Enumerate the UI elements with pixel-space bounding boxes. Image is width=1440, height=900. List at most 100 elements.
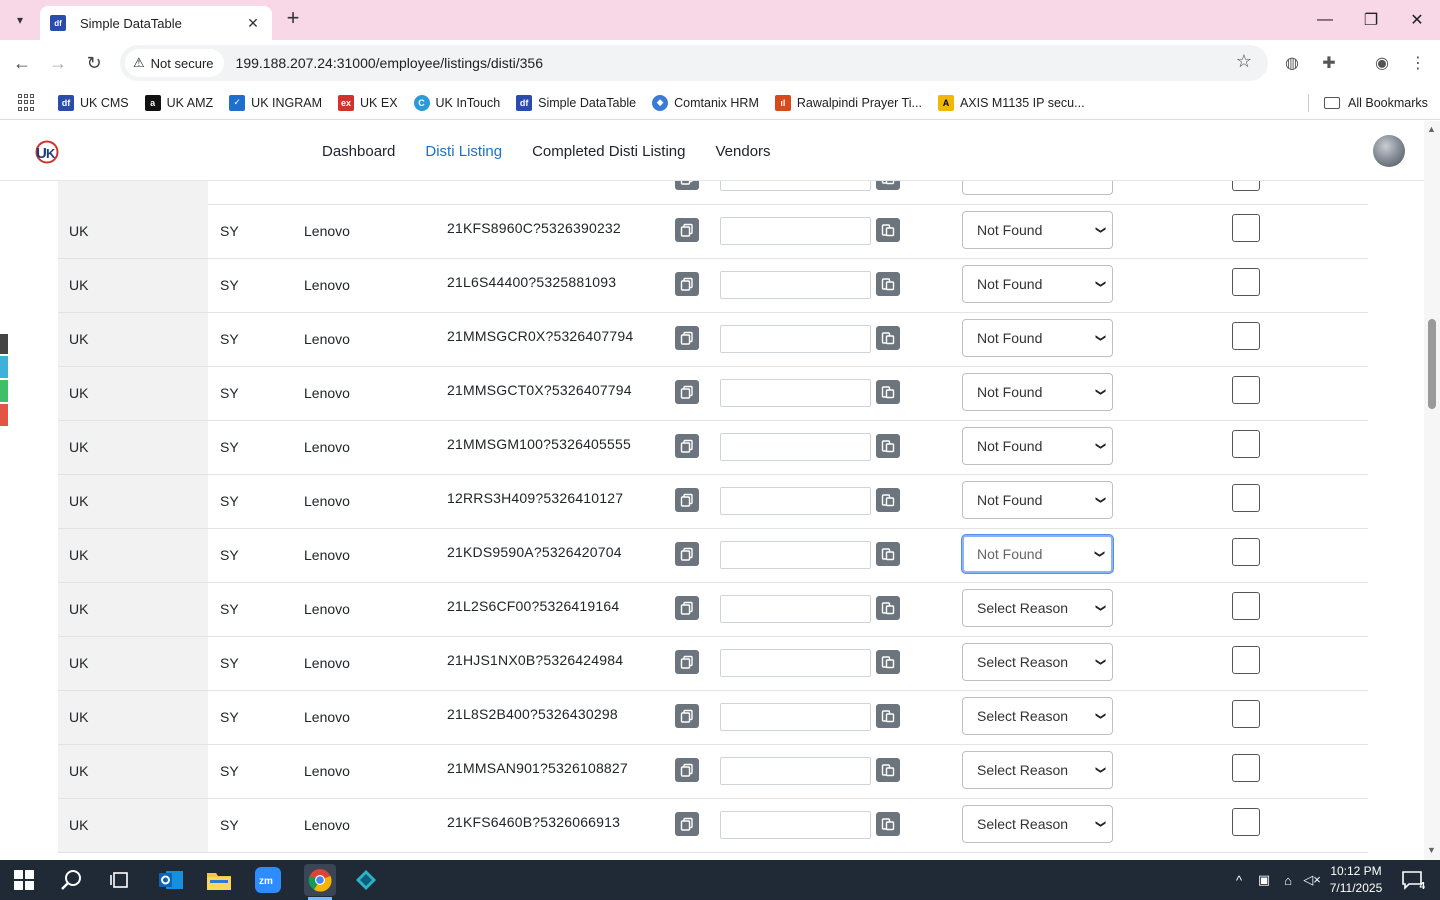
paste-icon[interactable]	[876, 488, 900, 512]
tab-search-icon[interactable]: ▾	[8, 8, 32, 32]
paste-icon[interactable]	[876, 704, 900, 728]
value-input[interactable]	[720, 433, 871, 461]
paste-icon[interactable]	[876, 542, 900, 566]
reason-select[interactable]: Not Found ❯	[962, 319, 1113, 357]
copy-icon[interactable]	[675, 272, 699, 296]
page-scrollbar[interactable]: ▲ ▼	[1424, 121, 1440, 860]
reason-select[interactable]: Not Found ❯	[962, 535, 1113, 573]
side-feedback-widget[interactable]	[0, 334, 8, 454]
reason-select[interactable]: Select Reason ❯	[962, 643, 1113, 681]
bookmark-rawalpindi-prayer[interactable]: ıl Rawalpindi Prayer Ti...	[774, 94, 922, 111]
security-chip[interactable]: ⚠ Not secure	[125, 49, 224, 77]
copy-icon[interactable]	[675, 218, 699, 242]
value-input[interactable]	[720, 595, 871, 623]
copy-icon[interactable]	[675, 326, 699, 350]
window-close-icon[interactable]: ✕	[1394, 0, 1440, 40]
row-checkbox[interactable]	[1232, 484, 1260, 512]
bookmark-uk-amz[interactable]: a UK AMZ	[144, 94, 213, 111]
row-checkbox[interactable]	[1232, 268, 1260, 296]
row-checkbox[interactable]	[1232, 700, 1260, 728]
row-checkbox[interactable]	[1232, 376, 1260, 404]
value-input[interactable]	[720, 649, 871, 677]
row-checkbox[interactable]	[1232, 538, 1260, 566]
paste-icon[interactable]	[876, 812, 900, 836]
value-input[interactable]	[720, 703, 871, 731]
forward-icon[interactable]: →	[46, 51, 70, 75]
nav-vendors[interactable]: Vendors	[716, 143, 771, 160]
bookmark-axis-camera[interactable]: A AXIS M1135 IP secu...	[937, 94, 1085, 111]
paste-icon[interactable]	[876, 272, 900, 296]
copy-icon[interactable]	[675, 380, 699, 404]
copy-icon[interactable]	[675, 596, 699, 620]
value-input[interactable]	[720, 487, 871, 515]
bookmark-uk-ex[interactable]: ex UK EX	[338, 94, 398, 111]
translate-icon[interactable]: ◍	[1280, 51, 1304, 75]
paste-icon[interactable]	[876, 380, 900, 404]
value-input[interactable]	[720, 541, 871, 569]
notifications-icon[interactable]: 4	[1398, 866, 1426, 894]
meet-now-icon[interactable]: ▣	[1252, 872, 1276, 888]
value-input[interactable]	[720, 325, 871, 353]
copy-icon[interactable]	[675, 650, 699, 674]
back-icon[interactable]: ←	[10, 51, 34, 75]
bookmark-uk-cms[interactable]: df UK CMS	[58, 94, 129, 111]
user-avatar[interactable]	[1373, 135, 1405, 167]
paste-icon[interactable]	[876, 326, 900, 350]
nav-dashboard[interactable]: Dashboard	[322, 143, 395, 160]
copy-icon[interactable]	[675, 758, 699, 782]
row-checkbox[interactable]	[1232, 430, 1260, 458]
tray-overflow-icon[interactable]: ^	[1228, 873, 1250, 888]
scroll-up-icon[interactable]: ▲	[1427, 124, 1436, 134]
reason-select[interactable]: Not Found ❯	[962, 427, 1113, 465]
paste-icon[interactable]	[876, 434, 900, 458]
zoom-icon[interactable]: zm	[254, 866, 282, 894]
uk-logo-icon[interactable]: U K	[33, 139, 59, 165]
reason-select[interactable]: Select Reason ❯	[962, 751, 1113, 789]
paste-icon[interactable]	[876, 650, 900, 674]
reason-select[interactable]: Not Found ❯	[962, 481, 1113, 519]
reload-icon[interactable]: ↻	[82, 51, 106, 75]
nav-disti-listing[interactable]: Disti Listing	[425, 143, 502, 160]
extensions-icon[interactable]: ✚	[1317, 51, 1341, 75]
scroll-down-icon[interactable]: ▼	[1427, 845, 1436, 855]
restore-icon[interactable]: ❐	[1348, 0, 1394, 40]
paste-icon[interactable]	[876, 218, 900, 242]
reason-select[interactable]: Select Reason ❯	[962, 697, 1113, 735]
row-checkbox[interactable]	[1232, 322, 1260, 350]
copy-icon[interactable]	[675, 542, 699, 566]
reason-select[interactable]: Not Found ❯	[962, 373, 1113, 411]
profile-icon[interactable]: ◉	[1370, 51, 1394, 75]
reason-select[interactable]: Select Reason ❯	[962, 805, 1113, 843]
bookmark-uk-ingram[interactable]: ✓ UK INGRAM	[229, 94, 322, 111]
chrome-icon[interactable]	[304, 864, 336, 896]
minimize-icon[interactable]: —	[1302, 0, 1348, 40]
row-checkbox[interactable]	[1232, 646, 1260, 674]
value-input[interactable]	[720, 757, 871, 785]
row-checkbox[interactable]	[1232, 214, 1260, 242]
new-tab-icon[interactable]: +	[282, 7, 304, 30]
copy-icon[interactable]	[675, 434, 699, 458]
scrollbar-thumb[interactable]	[1428, 319, 1436, 409]
bookmark-uk-intouch[interactable]: C UK InTouch	[413, 94, 500, 111]
paste-icon[interactable]	[876, 596, 900, 620]
copy-icon[interactable]	[675, 488, 699, 512]
value-input[interactable]	[720, 271, 871, 299]
bookmark-star-icon[interactable]: ☆	[1236, 51, 1252, 72]
paste-icon[interactable]	[876, 758, 900, 782]
file-explorer-icon[interactable]	[205, 866, 233, 894]
outlook-icon[interactable]	[157, 866, 185, 894]
reason-select[interactable]: Not Found ❯	[962, 265, 1113, 303]
bookmark-comtanix-hrm[interactable]: ◆ Comtanix HRM	[652, 94, 759, 111]
copy-icon[interactable]	[675, 704, 699, 728]
copy-icon[interactable]	[675, 812, 699, 836]
row-checkbox[interactable]	[1232, 592, 1260, 620]
address-bar[interactable]: ⚠ Not secure 199.188.207.24:31000/employ…	[120, 45, 1268, 81]
task-view-icon[interactable]	[106, 866, 134, 894]
apps-grid-icon[interactable]	[18, 93, 36, 112]
browser-menu-icon[interactable]: ⋮	[1406, 51, 1430, 75]
value-input[interactable]	[720, 811, 871, 839]
value-input[interactable]	[720, 217, 871, 245]
url-text[interactable]: 199.188.207.24:31000/employee/listings/d…	[236, 55, 543, 71]
value-input[interactable]	[720, 379, 871, 407]
nav-completed-disti-listing[interactable]: Completed Disti Listing	[532, 143, 685, 160]
